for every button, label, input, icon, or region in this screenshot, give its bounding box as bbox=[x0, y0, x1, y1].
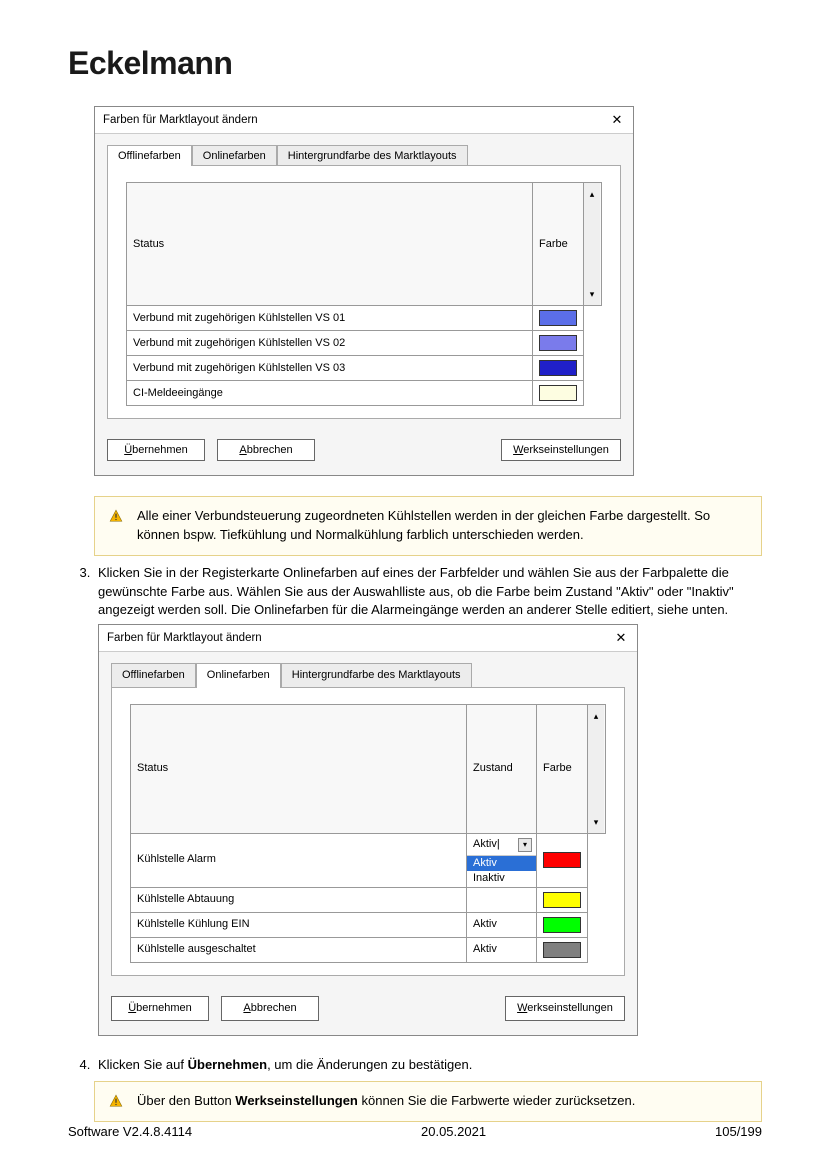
color-swatch[interactable] bbox=[539, 310, 577, 326]
apply-button[interactable]: Übernehmen bbox=[107, 439, 205, 461]
status-cell: Kühlstelle Abtauung bbox=[131, 887, 467, 912]
table-row: Kühlstelle AlarmAktiv|▾AktivInaktiv bbox=[131, 834, 606, 887]
table-row: Kühlstelle Kühlung EINAktiv bbox=[131, 912, 606, 937]
offline-colors-table: Status Farbe ▴ ▾ Verbund mit zugehörigen… bbox=[126, 182, 602, 406]
scroll-track[interactable] bbox=[584, 205, 600, 283]
color-cell[interactable] bbox=[537, 887, 588, 912]
cancel-button[interactable]: Abbrechen bbox=[217, 439, 315, 461]
table-row: Verbund mit zugehörigen Kühlstellen VS 0… bbox=[127, 331, 602, 356]
note-text: Alle einer Verbundsteuerung zugeordneten… bbox=[137, 507, 747, 545]
color-cell[interactable] bbox=[533, 381, 584, 406]
zustand-select[interactable]: Aktiv|▾ bbox=[467, 834, 536, 856]
table-row: Kühlstelle Abtauung bbox=[131, 887, 606, 912]
defaults-button[interactable]: Werkseinstellungen bbox=[505, 996, 625, 1022]
zustand-cell[interactable]: Aktiv bbox=[467, 912, 537, 937]
footer-left: Software V2.4.8.4114 bbox=[68, 1124, 192, 1139]
dialog-online-colors: Farben für Marktlayout ändern ✕ Offlinef… bbox=[98, 624, 638, 1036]
warning-icon bbox=[109, 1094, 123, 1108]
tab-onlinefarben[interactable]: Onlinefarben bbox=[196, 663, 281, 688]
table-row: Verbund mit zugehörigen Kühlstellen VS 0… bbox=[127, 356, 602, 381]
scroll-down-icon[interactable]: ▾ bbox=[584, 283, 600, 305]
scroll-down-icon[interactable]: ▾ bbox=[588, 811, 604, 833]
color-cell[interactable] bbox=[537, 912, 588, 937]
note-info-2: Über den Button Werkseinstellungen könne… bbox=[94, 1081, 762, 1122]
footer-right: 105/199 bbox=[715, 1124, 762, 1139]
close-icon[interactable]: ✕ bbox=[607, 111, 627, 129]
color-swatch[interactable] bbox=[539, 360, 577, 376]
color-swatch[interactable] bbox=[539, 385, 577, 401]
color-swatch[interactable] bbox=[539, 335, 577, 351]
page-footer: Software V2.4.8.4114 20.05.2021 105/199 bbox=[68, 1124, 762, 1139]
tab-offlinefarben[interactable]: Offlinefarben bbox=[111, 663, 196, 688]
dropdown-option[interactable]: Aktiv bbox=[467, 856, 536, 871]
status-cell: Kühlstelle Kühlung EIN bbox=[131, 912, 467, 937]
step-3-text: Klicken Sie in der Registerkarte Onlinef… bbox=[98, 564, 762, 621]
tab-offlinefarben[interactable]: Offlinefarben bbox=[107, 145, 192, 166]
dialog-title: Farben für Marktlayout ändern bbox=[103, 114, 258, 126]
color-cell[interactable] bbox=[533, 306, 584, 331]
color-cell[interactable] bbox=[533, 331, 584, 356]
zustand-cell[interactable] bbox=[467, 887, 537, 912]
table-row: CI-Meldeeingänge bbox=[127, 381, 602, 406]
table-row: Kühlstelle ausgeschaltetAktiv bbox=[131, 937, 606, 962]
scroll-up-icon[interactable]: ▴ bbox=[588, 705, 604, 727]
step-4: Klicken Sie auf Übernehmen, um die Änder… bbox=[94, 1056, 762, 1075]
step-3: Klicken Sie in der Registerkarte Onlinef… bbox=[94, 564, 762, 1037]
dropdown-list[interactable]: AktivInaktiv bbox=[467, 856, 536, 886]
color-swatch[interactable] bbox=[543, 852, 581, 868]
scroll-track[interactable] bbox=[588, 727, 604, 811]
brand-title: Eckelmann bbox=[68, 45, 762, 82]
tab-background[interactable]: Hintergrundfarbe des Marktlayouts bbox=[281, 663, 472, 688]
column-zustand: Zustand bbox=[467, 705, 537, 834]
tab-onlinefarben[interactable]: Onlinefarben bbox=[192, 145, 277, 166]
step-4-post: , um die Änderungen zu bestätigen. bbox=[267, 1057, 472, 1072]
zustand-cell[interactable]: Aktiv|▾AktivInaktiv bbox=[467, 834, 537, 887]
column-farbe: Farbe bbox=[537, 705, 588, 834]
online-colors-table: Status Zustand Farbe ▴ ▾ bbox=[130, 704, 606, 962]
apply-button[interactable]: Übernehmen bbox=[111, 996, 209, 1022]
defaults-button[interactable]: Werkseinstellungen bbox=[501, 439, 621, 461]
status-cell: Verbund mit zugehörigen Kühlstellen VS 0… bbox=[127, 331, 533, 356]
note-info-1: Alle einer Verbundsteuerung zugeordneten… bbox=[94, 496, 762, 556]
status-cell: CI-Meldeeingänge bbox=[127, 381, 533, 406]
color-swatch[interactable] bbox=[543, 917, 581, 933]
chevron-down-icon[interactable]: ▾ bbox=[518, 838, 532, 852]
color-cell[interactable] bbox=[533, 356, 584, 381]
status-cell: Kühlstelle Alarm bbox=[131, 834, 467, 887]
cancel-button[interactable]: Abbrechen bbox=[221, 996, 319, 1022]
column-status: Status bbox=[127, 183, 533, 306]
scroll-up-icon[interactable]: ▴ bbox=[584, 183, 600, 205]
column-status: Status bbox=[131, 705, 467, 834]
footer-center: 20.05.2021 bbox=[421, 1124, 486, 1139]
close-icon[interactable]: ✕ bbox=[611, 629, 631, 647]
step-4-pre: Klicken Sie auf bbox=[98, 1057, 188, 1072]
tab-background[interactable]: Hintergrundfarbe des Marktlayouts bbox=[277, 145, 468, 166]
dialog-title: Farben für Marktlayout ändern bbox=[107, 630, 262, 647]
status-cell: Verbund mit zugehörigen Kühlstellen VS 0… bbox=[127, 356, 533, 381]
color-cell[interactable] bbox=[537, 834, 588, 887]
step-4-bold: Übernehmen bbox=[188, 1057, 267, 1072]
status-cell: Verbund mit zugehörigen Kühlstellen VS 0… bbox=[127, 306, 533, 331]
zustand-cell[interactable]: Aktiv bbox=[467, 937, 537, 962]
color-cell[interactable] bbox=[537, 937, 588, 962]
dialog-offline-colors: Farben für Marktlayout ändern ✕ Offlinef… bbox=[94, 106, 634, 476]
note-text: Über den Button Werkseinstellungen könne… bbox=[137, 1092, 635, 1111]
warning-icon bbox=[109, 509, 123, 523]
column-farbe: Farbe bbox=[533, 183, 584, 306]
table-row: Verbund mit zugehörigen Kühlstellen VS 0… bbox=[127, 306, 602, 331]
color-swatch[interactable] bbox=[543, 942, 581, 958]
status-cell: Kühlstelle ausgeschaltet bbox=[131, 937, 467, 962]
color-swatch[interactable] bbox=[543, 892, 581, 908]
dropdown-option[interactable]: Inaktiv bbox=[467, 871, 536, 886]
